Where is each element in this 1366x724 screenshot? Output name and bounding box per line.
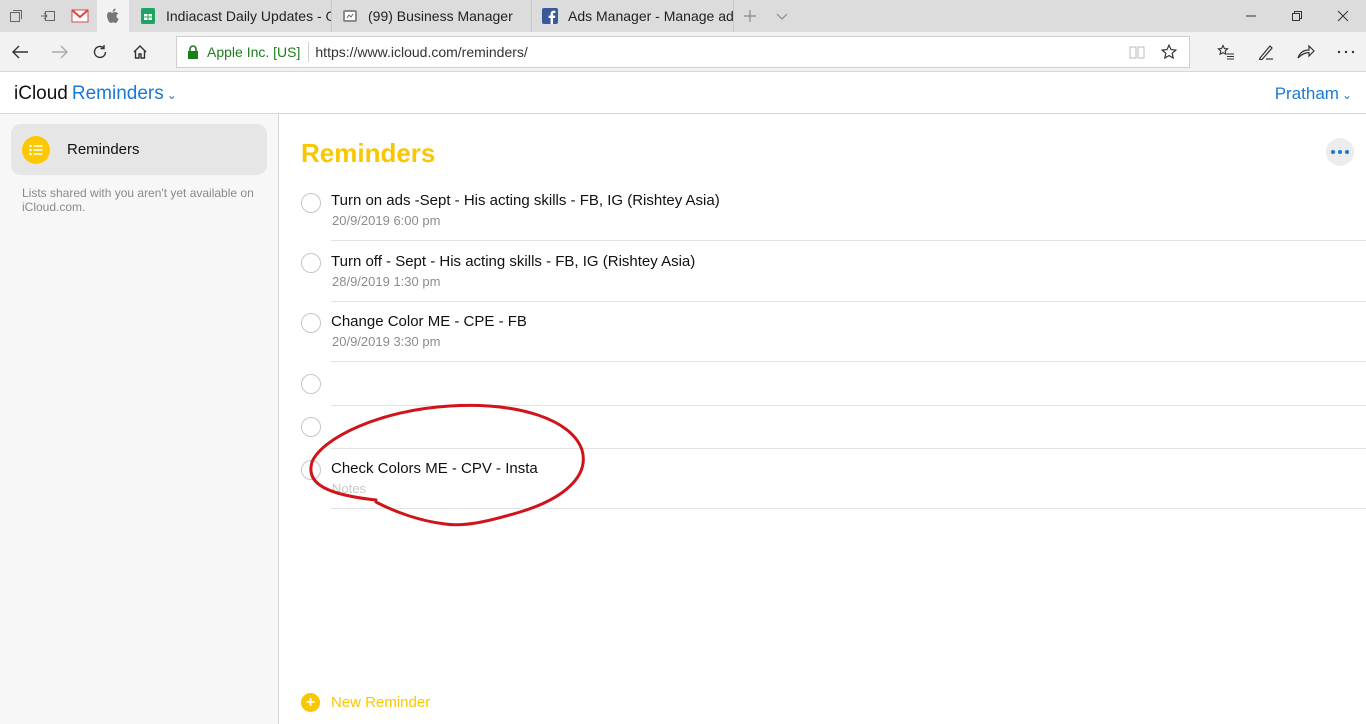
notes-input[interactable]: Notes xyxy=(332,481,366,496)
home-icon[interactable] xyxy=(120,32,160,72)
tab-indiacast[interactable]: Indiacast Daily Updates - Go xyxy=(130,0,332,32)
new-reminder-label: New Reminder xyxy=(331,694,431,711)
gmail-pinned-tab[interactable] xyxy=(64,0,96,32)
reminder-checkbox[interactable] xyxy=(301,374,321,394)
more-options-button[interactable] xyxy=(1326,138,1354,166)
apple-pinned-tab[interactable] xyxy=(97,0,129,32)
business-manager-icon xyxy=(342,8,358,24)
tab-label: (99) Business Manager xyxy=(368,8,513,24)
reminder-title[interactable]: Turn on ads -Sept - His acting skills - … xyxy=(331,192,720,209)
reminder-checkbox[interactable] xyxy=(301,253,321,273)
new-tab-icon[interactable] xyxy=(734,0,766,32)
reminder-checkbox[interactable] xyxy=(301,460,321,480)
tab-label: Ads Manager - Manage ads xyxy=(568,8,733,24)
plus-circle-icon: + xyxy=(301,693,320,712)
favorite-star-icon[interactable] xyxy=(1153,37,1185,67)
forward-icon[interactable] xyxy=(40,32,80,72)
row-divider xyxy=(331,448,1366,449)
favorites-icon[interactable] xyxy=(1206,32,1246,72)
tab-label: Indiacast Daily Updates - Go xyxy=(166,8,331,24)
tab-business-manager[interactable]: (99) Business Manager xyxy=(332,0,532,32)
facebook-icon xyxy=(542,8,558,24)
app-switcher-chevron-icon[interactable]: ⌄ xyxy=(167,88,177,102)
sidebar-item-label: Reminders xyxy=(67,141,140,158)
user-menu[interactable]: Pratham ⌄ xyxy=(1275,84,1352,104)
icloud-header: iCloud Reminders ⌄ Pratham ⌄ xyxy=(0,73,1366,114)
certificate-label[interactable]: Apple Inc. [US] xyxy=(207,44,300,60)
reminder-checkbox[interactable] xyxy=(301,313,321,333)
reminder-title[interactable]: Turn off - Sept - His acting skills - FB… xyxy=(331,253,695,270)
reminder-checkbox[interactable] xyxy=(301,193,321,213)
reading-view-icon[interactable] xyxy=(1121,37,1153,67)
user-menu-chevron-icon[interactable]: ⌄ xyxy=(1342,88,1352,102)
reminder-due-date: 28/9/2019 1:30 pm xyxy=(332,274,441,289)
sidebar-item-reminders[interactable]: Reminders xyxy=(11,124,267,175)
tab-preview-chevron-icon[interactable] xyxy=(766,0,798,32)
icloud-brand: iCloud xyxy=(14,83,68,104)
browser-nav-bar: Apple Inc. [US] https://www.icloud.com/r… xyxy=(0,32,1366,72)
new-reminder-button[interactable]: + New Reminder xyxy=(301,693,430,712)
sidebar: Reminders Lists shared with you aren't y… xyxy=(0,114,279,724)
shared-lists-note: Lists shared with you aren't yet availab… xyxy=(22,186,254,214)
web-note-icon[interactable] xyxy=(1246,32,1286,72)
minimize-icon[interactable] xyxy=(1228,0,1274,32)
browser-tab-strip: Indiacast Daily Updates - Go (99) Busine… xyxy=(0,0,1366,32)
brand-title: iCloud Reminders ⌄ xyxy=(14,83,177,105)
row-divider xyxy=(331,240,1366,241)
user-name[interactable]: Pratham xyxy=(1275,84,1339,103)
set-aside-tabs-icon[interactable] xyxy=(32,0,64,32)
row-divider xyxy=(331,301,1366,302)
tab-ads-manager[interactable]: Ads Manager - Manage ads xyxy=(532,0,734,32)
reminder-title-input[interactable]: Check Colors ME - CPV - Insta xyxy=(331,460,538,477)
url-text[interactable]: https://www.icloud.com/reminders/ xyxy=(315,44,1121,60)
row-divider xyxy=(331,361,1366,362)
settings-more-icon[interactable] xyxy=(1326,32,1366,72)
reminder-due-date: 20/9/2019 6:00 pm xyxy=(332,213,441,228)
reminder-title[interactable]: Change Color ME - CPE - FB xyxy=(331,313,527,330)
refresh-icon[interactable] xyxy=(80,32,120,72)
address-divider xyxy=(308,42,310,62)
address-bar[interactable]: Apple Inc. [US] https://www.icloud.com/r… xyxy=(176,36,1190,68)
restore-icon[interactable] xyxy=(1274,0,1320,32)
reminder-checkbox[interactable] xyxy=(301,417,321,437)
back-icon[interactable] xyxy=(0,32,40,72)
list-bullets-icon xyxy=(22,135,50,164)
app-switcher[interactable]: Reminders xyxy=(72,83,164,104)
tab-manager-icon[interactable] xyxy=(0,0,32,32)
row-divider xyxy=(331,405,1366,406)
row-divider xyxy=(331,508,1366,509)
page-title: Reminders xyxy=(301,138,436,168)
reminders-main: Reminders Turn on ads -Sept - His acting… xyxy=(280,114,1366,724)
reminder-due-date: 20/9/2019 3:30 pm xyxy=(332,334,441,349)
lock-icon[interactable] xyxy=(187,45,199,59)
google-sheets-icon xyxy=(140,8,156,24)
share-icon[interactable] xyxy=(1286,32,1326,72)
close-window-icon[interactable] xyxy=(1320,0,1366,32)
